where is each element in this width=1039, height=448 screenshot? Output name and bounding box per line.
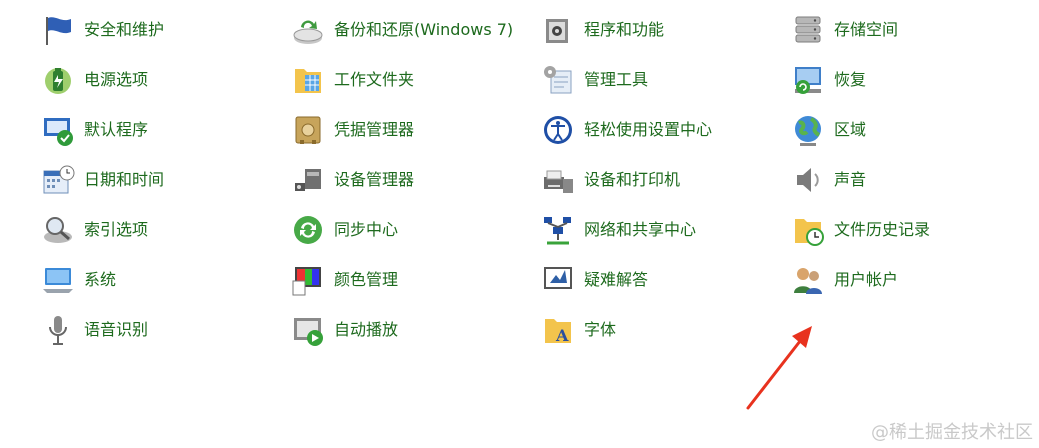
item-label[interactable]: 程序和功能 xyxy=(584,21,664,39)
item-label[interactable]: 管理工具 xyxy=(584,71,648,89)
control-panel-item[interactable]: 管理工具 xyxy=(540,62,790,98)
work-folders-icon xyxy=(290,62,326,98)
control-panel-item[interactable]: 自动播放 xyxy=(290,312,540,348)
control-panel-item[interactable]: 工作文件夹 xyxy=(290,62,540,98)
control-panel-item[interactable]: 凭据管理器 xyxy=(290,112,540,148)
svg-text:A: A xyxy=(555,326,569,345)
calendar-clock-icon xyxy=(40,162,76,198)
flag-icon xyxy=(40,12,76,48)
autoplay-icon xyxy=(290,312,326,348)
item-label[interactable]: 日期和时间 xyxy=(84,171,164,189)
item-label[interactable]: 索引选项 xyxy=(84,221,148,239)
device-manager-icon xyxy=(290,162,326,198)
item-label[interactable]: 安全和维护 xyxy=(84,21,164,39)
item-label[interactable]: 轻松使用设置中心 xyxy=(584,121,712,139)
item-label[interactable]: 区域 xyxy=(834,121,866,139)
programs-features-icon xyxy=(540,12,576,48)
battery-power-icon xyxy=(40,62,76,98)
red-arrow-annotation xyxy=(746,326,812,410)
control-panel-item[interactable]: 用户帐户 xyxy=(790,262,1039,298)
system-computer-icon xyxy=(40,262,76,298)
control-panel-item[interactable]: 默认程序 xyxy=(40,112,290,148)
recovery-icon xyxy=(790,62,826,98)
item-label[interactable]: 设备管理器 xyxy=(334,171,414,189)
control-panel-item[interactable]: 疑难解答 xyxy=(540,262,790,298)
backup-restore-icon xyxy=(290,12,326,48)
region-globe-icon xyxy=(790,112,826,148)
control-panel-item[interactable]: 文件历史记录 xyxy=(790,212,1039,248)
control-panel-item[interactable]: 存储空间 xyxy=(790,12,1039,48)
item-label[interactable]: 文件历史记录 xyxy=(834,221,930,239)
item-label[interactable]: 凭据管理器 xyxy=(334,121,414,139)
color-management-icon xyxy=(290,262,326,298)
control-panel-item[interactable]: 同步中心 xyxy=(290,212,540,248)
control-panel-item[interactable]: 网络和共享中心 xyxy=(540,212,790,248)
credential-vault-icon xyxy=(290,112,326,148)
control-panel-item[interactable]: 程序和功能 xyxy=(540,12,790,48)
control-panel-item[interactable]: 索引选项 xyxy=(40,212,290,248)
control-panel-item[interactable]: 声音 xyxy=(790,162,1039,198)
speaker-icon xyxy=(790,162,826,198)
item-label[interactable]: 工作文件夹 xyxy=(334,71,414,89)
control-panel-item[interactable]: 系统 xyxy=(40,262,290,298)
item-label[interactable]: 自动播放 xyxy=(334,321,398,339)
control-panel-item[interactable]: 设备和打印机 xyxy=(540,162,790,198)
control-panel-item[interactable]: 恢复 xyxy=(790,62,1039,98)
watermark: @稀土掘金技术社区 xyxy=(871,422,1033,443)
control-panel-item[interactable]: 区域 xyxy=(790,112,1039,148)
control-panel-item[interactable]: 轻松使用设置中心 xyxy=(540,112,790,148)
control-panel-item[interactable]: 安全和维护 xyxy=(40,12,290,48)
item-label[interactable]: 系统 xyxy=(84,271,116,289)
control-panel-item[interactable]: 设备管理器 xyxy=(290,162,540,198)
item-label[interactable]: 网络和共享中心 xyxy=(584,221,696,239)
network-sharing-icon xyxy=(540,212,576,248)
item-label[interactable]: 默认程序 xyxy=(84,121,148,139)
item-label[interactable]: 备份和还原(Windows 7) xyxy=(334,21,513,39)
item-label[interactable]: 字体 xyxy=(584,321,616,339)
item-label[interactable]: 电源选项 xyxy=(84,71,148,89)
file-history-icon xyxy=(790,212,826,248)
item-label[interactable]: 同步中心 xyxy=(334,221,398,239)
troubleshooting-icon xyxy=(540,262,576,298)
control-panel-item[interactable]: 电源选项 xyxy=(40,62,290,98)
control-panel-item[interactable]: 颜色管理 xyxy=(290,262,540,298)
item-label[interactable]: 颜色管理 xyxy=(334,271,398,289)
default-programs-icon xyxy=(40,112,76,148)
item-label[interactable]: 声音 xyxy=(834,171,866,189)
item-label[interactable]: 存储空间 xyxy=(834,21,898,39)
storage-spaces-icon xyxy=(790,12,826,48)
user-accounts-icon xyxy=(790,262,826,298)
indexing-search-icon xyxy=(40,212,76,248)
ease-of-access-icon xyxy=(540,112,576,148)
devices-printers-icon xyxy=(540,162,576,198)
control-panel-item[interactable]: 日期和时间 xyxy=(40,162,290,198)
item-label[interactable]: 疑难解答 xyxy=(584,271,648,289)
item-label[interactable]: 恢复 xyxy=(834,71,866,89)
control-panel-item[interactable]: 备份和还原(Windows 7) xyxy=(290,12,540,48)
sync-center-icon xyxy=(290,212,326,248)
admin-tools-icon xyxy=(540,62,576,98)
microphone-icon xyxy=(40,312,76,348)
item-label[interactable]: 设备和打印机 xyxy=(584,171,680,189)
fonts-icon: A xyxy=(540,312,576,348)
item-label[interactable]: 用户帐户 xyxy=(834,271,898,289)
control-panel-item[interactable]: 语音识别 xyxy=(40,312,290,348)
item-label[interactable]: 语音识别 xyxy=(84,321,148,339)
